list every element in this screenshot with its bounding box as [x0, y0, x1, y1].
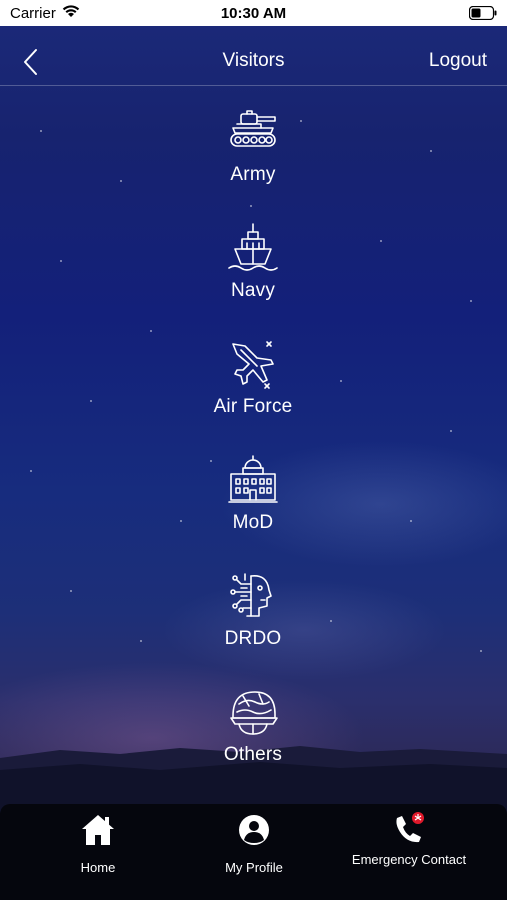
category-label: Air Force: [213, 396, 293, 417]
category-army[interactable]: Army: [178, 106, 328, 206]
battery-icon: [469, 6, 497, 20]
status-bar: Carrier 10:30 AM: [0, 0, 507, 26]
category-label: Navy: [230, 280, 276, 301]
category-mod[interactable]: MoD: [178, 454, 328, 554]
wifi-icon: [62, 5, 80, 17]
profile-icon: [239, 815, 269, 845]
combat-helmet-icon: [230, 691, 278, 735]
logout-button[interactable]: Logout: [429, 50, 487, 72]
category-label: DRDO: [224, 628, 282, 649]
tab-my-profile[interactable]: My Profile: [179, 812, 329, 882]
carrier-label: Carrier: [10, 5, 56, 22]
category-drdo[interactable]: DRDO: [178, 570, 328, 670]
tab-label: My Profile: [225, 860, 283, 875]
tab-home[interactable]: Home: [23, 812, 173, 882]
tab-emergency-contact[interactable]: Emergency Contact: [334, 810, 484, 880]
tab-label: Emergency Contact: [351, 852, 467, 867]
fighter-jet-icon: [232, 341, 274, 389]
category-air-force[interactable]: Air Force: [178, 338, 328, 438]
home-icon: [82, 815, 114, 845]
category-label: Others: [223, 744, 283, 765]
government-building-icon: [228, 455, 278, 503]
tank-icon: [230, 110, 276, 147]
navigation-bar: Visitors Logout: [0, 26, 507, 86]
category-label: Army: [230, 164, 276, 185]
bottom-tab-bar: Home My Profile Emergency Contact: [0, 804, 507, 900]
emergency-phone-icon: [396, 812, 424, 843]
robot-head-icon: [230, 573, 272, 617]
category-others[interactable]: Others: [178, 686, 328, 786]
back-chevron-icon[interactable]: [20, 48, 44, 76]
tab-label: Home: [80, 860, 116, 875]
category-navy[interactable]: Navy: [178, 222, 328, 322]
ship-icon: [228, 223, 278, 271]
category-label: MoD: [232, 512, 274, 533]
